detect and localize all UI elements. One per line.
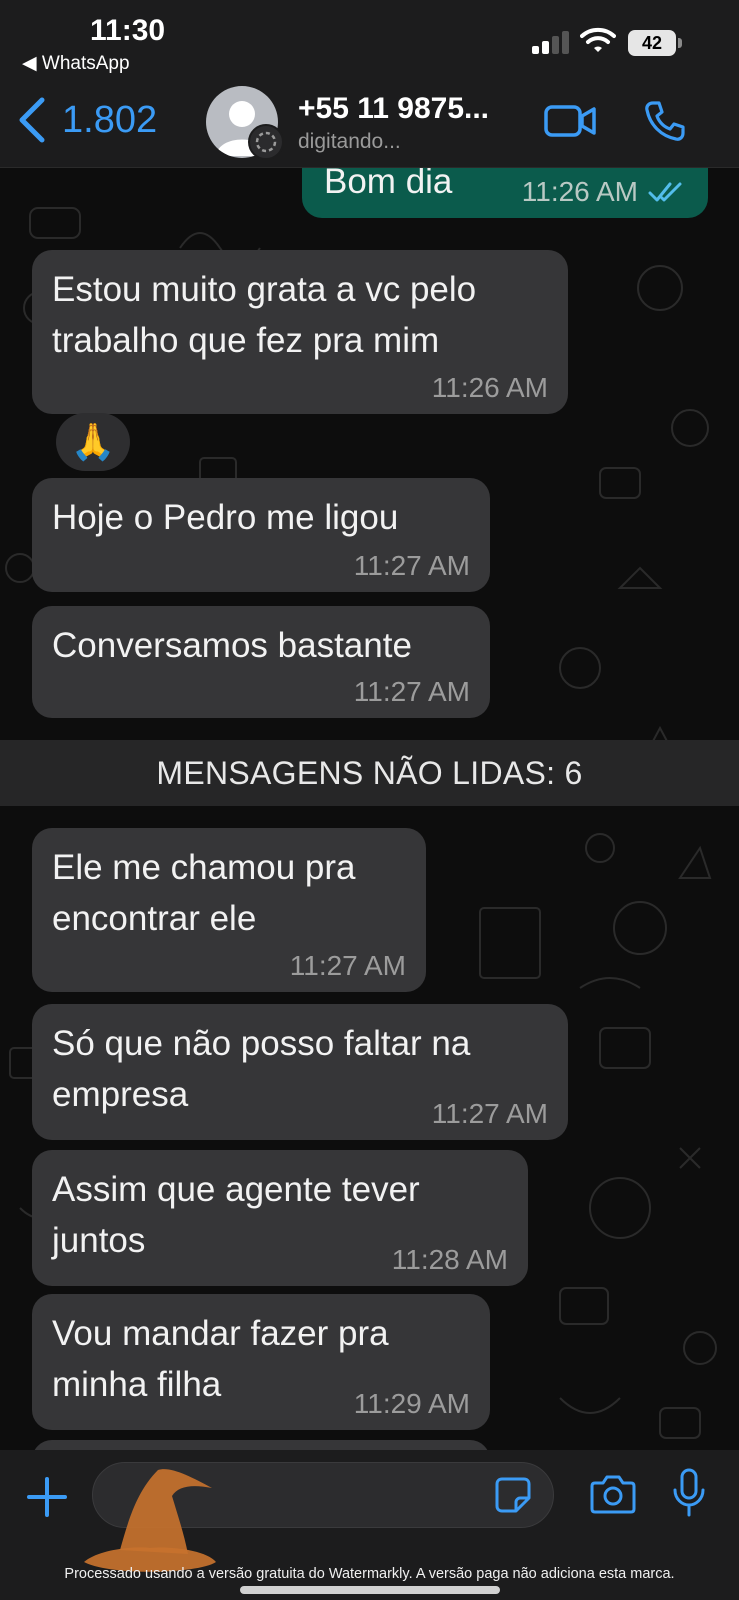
camera-icon[interactable] (590, 1474, 636, 1514)
message-incoming[interactable]: Assim que agente tever juntos 11:28 AM (32, 1150, 528, 1286)
message-incoming-partial[interactable] (32, 1440, 490, 1450)
mic-icon[interactable] (672, 1468, 706, 1518)
message-incoming[interactable]: Conversamos bastante 11:27 AM (32, 606, 490, 718)
video-call-icon[interactable] (544, 102, 596, 140)
double-check-icon (648, 182, 682, 202)
message-text: Bom dia (324, 168, 453, 201)
wifi-icon (580, 27, 616, 52)
message-outgoing[interactable]: Bom dia 11:26 AM (302, 168, 708, 218)
message-time: 11:28 AM (391, 1244, 508, 1275)
message-time: 11:27 AM (353, 676, 470, 707)
wizard-hat-icon (84, 1469, 216, 1572)
back-to-app-link[interactable]: ◀ WhatsApp (22, 52, 130, 75)
message-time: 11:27 AM (431, 1098, 548, 1129)
watermark-text: Processado usando a versão gratuita do W… (64, 1566, 675, 1582)
message-time: 11:26 AM (521, 176, 638, 207)
message-text: Estou muito grata a vc pelo trabalho que… (52, 270, 477, 360)
message-incoming[interactable]: Ele me chamou pra encontrar ele 11:27 AM (32, 828, 426, 992)
message-time: 11:27 AM (289, 950, 406, 981)
plus-icon[interactable] (26, 1476, 68, 1518)
message-time: 11:27 AM (353, 550, 470, 581)
emoji-message[interactable]: 🙏 (56, 413, 130, 471)
typing-status: digitando... (298, 130, 401, 153)
sticker-icon[interactable] (494, 1476, 532, 1514)
message-incoming[interactable]: Estou muito grata a vc pelo trabalho que… (32, 250, 568, 414)
status-bar: 11:30 ◀ WhatsApp 42 (0, 0, 739, 82)
unread-messages-divider: MENSAGENS NÃO LIDAS: 6 (0, 740, 739, 806)
chat-header: 1.802 +55 11 9875... digitando... (0, 82, 739, 168)
message-incoming[interactable]: Vou mandar fazer pra minha filha 11:29 A… (32, 1294, 490, 1430)
unread-count: 1.802 (62, 98, 158, 141)
message-time: 11:29 AM (353, 1388, 470, 1419)
message-text: Ele me chamou pra encontrar ele (52, 848, 356, 938)
message-incoming[interactable]: Só que não posso faltar na empresa 11:27… (32, 1004, 568, 1140)
message-list[interactable]: Bom dia 11:26 AM Estou muito grata a vc … (0, 168, 739, 1450)
contact-name[interactable]: +55 11 9875... (298, 92, 489, 126)
phone-icon[interactable] (644, 100, 686, 142)
message-time: 11:26 AM (431, 372, 548, 403)
status-clock: 11:30 (90, 14, 166, 47)
signal-icon (532, 30, 572, 54)
home-indicator[interactable] (240, 1586, 500, 1594)
back-button[interactable]: 1.802 (14, 90, 157, 150)
back-chevron-icon (19, 97, 45, 143)
message-text: Conversamos bastante (52, 626, 412, 665)
message-text: Hoje o Pedro me ligou (52, 498, 399, 537)
status-ring-icon (248, 124, 284, 160)
message-incoming[interactable]: Hoje o Pedro me ligou 11:27 AM (32, 478, 490, 592)
battery-icon: 42 (628, 30, 676, 56)
battery-tip (678, 38, 682, 48)
